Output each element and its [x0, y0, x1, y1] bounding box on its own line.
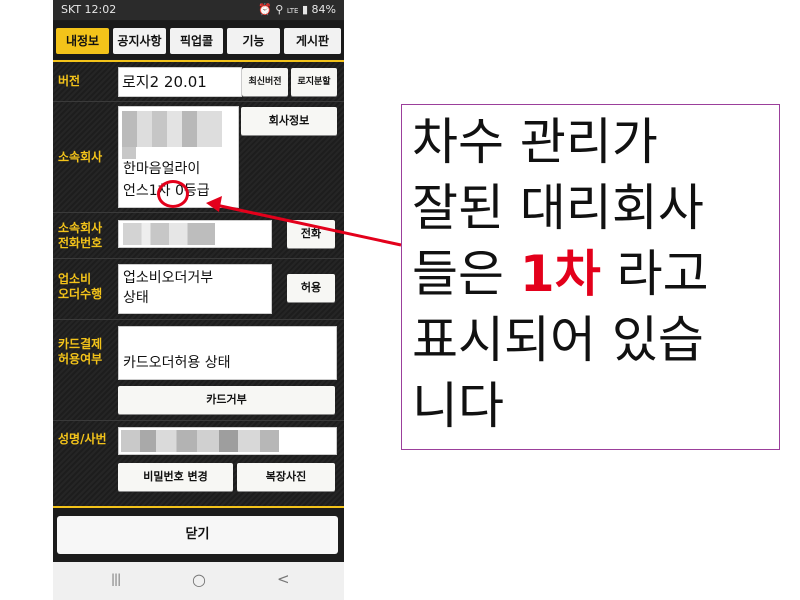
- company-phone-label-1: 소속회사: [58, 221, 103, 235]
- card-label-1: 카드결제: [58, 337, 103, 351]
- alarm-icon: ⏰: [258, 3, 272, 16]
- fee-status-line2: 상태: [123, 290, 149, 306]
- tab-bar: 내정보 공지사항 픽업콜 기능 게시판: [53, 21, 344, 59]
- lte-indicator: LTE: [286, 7, 299, 15]
- back-icon[interactable]: <: [277, 570, 290, 588]
- version-label: 버전: [58, 74, 81, 88]
- row-separator: [53, 212, 344, 213]
- tab-pickup-call[interactable]: 픽업콜: [170, 28, 223, 54]
- status-bar: SKT 12:02 ⏰ ⚲ LTE ▮ 84%: [53, 0, 344, 20]
- version-value: 로지2 20.01: [122, 73, 207, 91]
- tab-board[interactable]: 게시판: [284, 28, 341, 54]
- uniform-photo-button[interactable]: 복장사진: [237, 463, 335, 491]
- card-reject-button[interactable]: 카드거부: [118, 386, 335, 414]
- highlight-circle: [157, 180, 189, 208]
- allow-button[interactable]: 허용: [287, 274, 335, 302]
- recent-apps-icon[interactable]: |||: [111, 572, 121, 586]
- name-field: [118, 427, 337, 455]
- battery-level: 84%: [311, 3, 336, 16]
- close-bar: 닫기: [53, 506, 344, 564]
- callout-line-1: 차수 관리가: [412, 113, 658, 171]
- name-label: 성명/사번: [58, 432, 107, 446]
- company-logo-redacted-2: [122, 147, 136, 159]
- fee-order-status-field: 업소비오더거부 상태: [118, 264, 272, 314]
- my-info-panel: 버전 로지2 20.01 최신버전 로지분할 소속회사 한마음얼라이 언스1차 …: [53, 62, 344, 506]
- tab-notice[interactable]: 공지사항: [113, 28, 166, 54]
- change-password-button[interactable]: 비밀번호 변경: [118, 463, 233, 491]
- company-logo-redacted: [122, 111, 222, 147]
- signal-icon: ▮: [301, 3, 309, 16]
- callout-line-5: 니다: [412, 377, 504, 435]
- callout-line-3-after: 라고: [600, 245, 709, 303]
- fee-label-2: 오더수행: [58, 287, 103, 301]
- version-field: 로지2 20.01: [118, 67, 242, 97]
- callout-line-2: 잘된 대리회사: [412, 179, 704, 237]
- callout-highlight: 1차: [519, 245, 601, 303]
- company-name-line1: 한마음얼라이: [123, 161, 201, 177]
- row-separator: [53, 258, 344, 259]
- status-carrier-time: SKT 12:02: [61, 3, 117, 16]
- card-order-status-field: 카드오더허용 상태: [118, 326, 337, 380]
- phone-number-redacted: [123, 223, 215, 245]
- location-icon: ⚲: [275, 3, 284, 16]
- card-status-value: 카드오더허용 상태: [123, 355, 231, 371]
- card-label-2: 허용여부: [58, 352, 103, 366]
- fee-label-1: 업소비: [58, 272, 92, 286]
- home-icon[interactable]: ○: [192, 570, 206, 589]
- callout-text: 차수 관리가 잘된 대리회사 들은 1차 라고 표시되어 있습 니다: [412, 109, 709, 439]
- company-phone-label-2: 전화번호: [58, 236, 103, 250]
- company-phone-field: [118, 220, 272, 248]
- row-separator: [53, 319, 344, 320]
- close-button[interactable]: 닫기: [57, 516, 338, 554]
- tab-my-info[interactable]: 내정보: [56, 28, 109, 54]
- latest-version-button[interactable]: 최신버전: [242, 68, 288, 96]
- row-separator: [53, 420, 344, 421]
- callout-line-3: 들은 1차 라고: [412, 241, 709, 307]
- company-info-button[interactable]: 회사정보: [241, 107, 337, 135]
- tab-functions[interactable]: 기능: [227, 28, 280, 54]
- callout-line-4: 표시되어 있습: [412, 311, 704, 369]
- fee-status-line1: 업소비오더거부: [123, 270, 214, 286]
- android-nav-bar: ||| ○ <: [53, 562, 344, 600]
- row-separator: [53, 101, 344, 102]
- name-redacted: [121, 430, 279, 452]
- phone-screen: SKT 12:02 ⏰ ⚲ LTE ▮ 84% 내정보 공지사항 픽업콜 기능 …: [53, 0, 344, 600]
- callout-line-3-before: 들은: [412, 245, 520, 303]
- company-label: 소속회사: [58, 150, 103, 164]
- annotation-callout: 차수 관리가 잘된 대리회사 들은 1차 라고 표시되어 있습 니다: [401, 104, 780, 450]
- call-button[interactable]: 전화: [287, 220, 335, 248]
- logi-split-button[interactable]: 로지분할: [291, 68, 337, 96]
- status-right: ⏰ ⚲ LTE ▮ 84%: [258, 0, 336, 21]
